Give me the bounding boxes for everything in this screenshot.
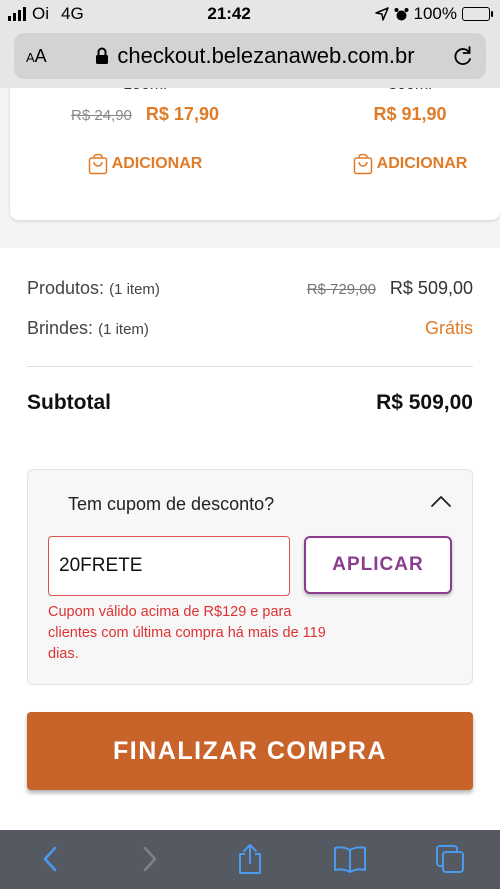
subtotal-value: R$ 509,00 xyxy=(376,391,473,414)
back-icon xyxy=(43,846,57,871)
tabs-button[interactable] xyxy=(430,839,470,879)
text-size-button[interactable]: AA xyxy=(26,46,66,67)
product-price: R$ 17,90 xyxy=(145,104,219,124)
add-button-label: ADICIONAR xyxy=(376,155,468,172)
forward-button[interactable] xyxy=(130,839,170,879)
product-size: 150ml xyxy=(50,88,240,94)
product-size: 300ml xyxy=(330,88,490,94)
apply-coupon-button[interactable]: APLICAR xyxy=(304,536,452,594)
address-bar[interactable]: AA checkout.belezanaweb.com.br xyxy=(14,33,486,79)
coupon-input[interactable] xyxy=(48,536,290,596)
products-row: Produtos: (1 item) R$ 729,00 R$ 509,00 xyxy=(27,278,473,318)
gifts-count: (1 item) xyxy=(98,321,149,338)
products-label: Produtos: xyxy=(27,278,105,298)
gifts-row: Brindes: (1 item) Grátis xyxy=(27,318,473,358)
subtotal-row: Subtotal R$ 509,00 xyxy=(27,391,473,415)
gifts-value: Grátis xyxy=(424,318,473,338)
share-icon xyxy=(239,843,261,874)
clock: 21:42 xyxy=(207,4,251,23)
order-summary: Produtos: (1 item) R$ 729,00 R$ 509,00 B… xyxy=(27,278,473,415)
products-count: (1 item) xyxy=(109,281,160,298)
chevron-up-icon xyxy=(431,496,451,507)
product-card: 150ml R$ 24,90 R$ 17,90 ADICIONAR 300ml … xyxy=(10,88,500,220)
location-icon xyxy=(374,7,389,21)
network-type: 4G xyxy=(61,4,84,23)
carrier-name: Oi xyxy=(32,4,49,23)
signal-icon xyxy=(8,7,26,21)
reload-icon xyxy=(454,46,471,65)
coupon-toggle[interactable]: Tem cupom de desconto? xyxy=(68,494,452,515)
coupon-panel: Tem cupom de desconto? APLICAR Cupom vál… xyxy=(27,469,473,685)
products-old-total: R$ 729,00 xyxy=(306,281,376,298)
back-button[interactable] xyxy=(30,839,70,879)
coupon-error-message: Cupom válido acima de R$129 e para clien… xyxy=(48,604,326,662)
tabs-icon xyxy=(436,844,464,873)
shopping-bag-icon xyxy=(88,153,107,175)
alarm-icon xyxy=(394,7,409,20)
status-bar: Oi 4G 21:42 100% xyxy=(0,0,500,28)
shopping-bag-icon xyxy=(353,153,372,175)
products-total: R$ 509,00 xyxy=(389,278,473,298)
forward-icon xyxy=(143,846,157,871)
product-old-price: R$ 24,90 xyxy=(71,107,132,124)
reload-button[interactable] xyxy=(444,45,474,67)
subtotal-label: Subtotal xyxy=(27,391,111,414)
browser-chrome: Oi 4G 21:42 100% AA checkout.belezanaweb… xyxy=(0,0,500,88)
lock-icon xyxy=(96,47,109,64)
checkout-page: 150ml R$ 24,90 R$ 17,90 ADICIONAR 300ml … xyxy=(0,88,500,830)
gifts-label: Brindes: xyxy=(27,318,94,338)
add-button[interactable]: ADICIONAR xyxy=(330,153,490,175)
coupon-question: Tem cupom de desconto? xyxy=(68,494,275,514)
recommendations-area: 150ml R$ 24,90 R$ 17,90 ADICIONAR 300ml … xyxy=(0,88,500,248)
url-text: checkout.belezanaweb.com.br xyxy=(117,43,415,68)
browser-toolbar xyxy=(0,830,500,889)
bookmarks-icon xyxy=(334,845,366,873)
add-button[interactable]: ADICIONAR xyxy=(50,153,240,175)
divider xyxy=(27,366,473,367)
battery-icon xyxy=(462,7,493,21)
bookmarks-button[interactable] xyxy=(330,839,370,879)
add-button-label: ADICIONAR xyxy=(111,155,203,172)
battery-percent: 100% xyxy=(413,4,457,23)
finalize-purchase-button[interactable]: FINALIZAR COMPRA xyxy=(27,712,473,790)
product-price: R$ 91,90 xyxy=(373,104,447,124)
share-button[interactable] xyxy=(230,839,270,879)
